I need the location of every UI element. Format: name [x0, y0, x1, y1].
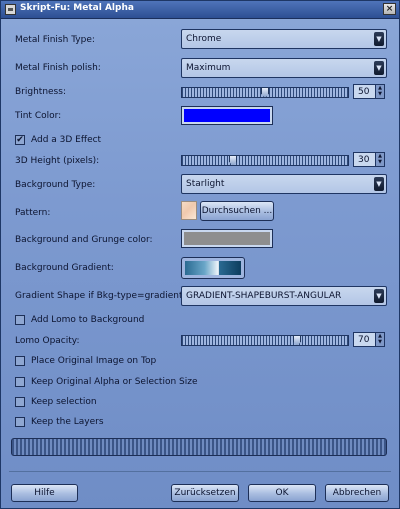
background-gradient-label: Background Gradient: [15, 263, 114, 273]
place-on-top-label[interactable]: Place Original Image on Top [31, 356, 156, 366]
chevron-down-icon: ▼ [374, 32, 384, 46]
metal-finish-polish-value: Maximum [186, 63, 231, 73]
3d-height-spinbox[interactable]: 30 ▲ ▼ [353, 152, 385, 167]
gradient-shape-label: Gradient Shape if Bkg-type=gradient: [15, 291, 186, 301]
metal-finish-polish-label: Metal Finish polish: [15, 63, 101, 73]
chevron-down-icon: ▼ [374, 177, 384, 191]
help-button[interactable]: Hilfe [11, 484, 78, 502]
keep-alpha-label[interactable]: Keep Original Alpha or Selection Size [31, 377, 198, 387]
keep-selection-label[interactable]: Keep selection [31, 397, 97, 407]
separator [9, 471, 391, 472]
grunge-color-button[interactable] [181, 229, 273, 248]
grunge-color-swatch [184, 232, 270, 245]
tint-color-button[interactable] [181, 106, 273, 125]
keep-layers-label[interactable]: Keep the Layers [31, 417, 104, 427]
background-type-label: Background Type: [15, 180, 96, 190]
spin-arrows-icon[interactable]: ▲ ▼ [375, 85, 384, 98]
lomo-opacity-spinbox[interactable]: 70 ▲ ▼ [353, 332, 385, 347]
3d-height-label: 3D Height (pixels): [15, 156, 100, 166]
lomo-opacity-slider-handle[interactable] [293, 335, 301, 346]
background-gradient-button[interactable] [181, 257, 245, 279]
cancel-button[interactable]: Abbrechen [325, 484, 389, 502]
place-on-top-checkbox[interactable] [15, 356, 25, 366]
add-lomo-checkbox[interactable] [15, 315, 25, 325]
chevron-down-icon: ▼ [374, 289, 384, 303]
gradient-shape-select[interactable]: GRADIENT-SHAPEBURST-ANGULAR ▼ [181, 286, 387, 306]
metal-finish-type-select[interactable]: Chrome ▼ [181, 29, 387, 49]
background-type-value: Starlight [186, 179, 225, 189]
dialog-window: Skript-Fu: Metal Alpha × Metal Finish Ty… [0, 0, 400, 509]
lomo-opacity-value: 70 [358, 335, 370, 345]
window-title: Skript-Fu: Metal Alpha [20, 3, 134, 13]
window-menu-icon[interactable] [5, 4, 16, 15]
gradient-preview [185, 261, 241, 275]
lomo-opacity-label: Lomo Opacity: [15, 336, 80, 346]
spin-arrows-icon[interactable]: ▲ ▼ [375, 153, 384, 166]
add-3d-effect-checkbox[interactable]: ✔ [15, 135, 25, 145]
keep-alpha-checkbox[interactable] [15, 377, 25, 387]
add-3d-effect-label[interactable]: Add a 3D Effect [31, 135, 101, 145]
title-bar[interactable]: Skript-Fu: Metal Alpha × [1, 1, 399, 19]
background-type-select[interactable]: Starlight ▼ [181, 174, 387, 194]
3d-height-value: 30 [358, 155, 370, 165]
brightness-spinbox[interactable]: 50 ▲ ▼ [353, 84, 385, 99]
metal-finish-type-label: Metal Finish Type: [15, 35, 95, 45]
metal-finish-polish-select[interactable]: Maximum ▼ [181, 58, 387, 78]
3d-height-slider[interactable] [181, 155, 349, 166]
lomo-opacity-slider[interactable] [181, 335, 349, 346]
pattern-preview[interactable] [181, 201, 197, 220]
reset-button[interactable]: Zurücksetzen [171, 484, 239, 502]
keep-selection-checkbox[interactable] [15, 397, 25, 407]
add-lomo-label[interactable]: Add Lomo to Background [31, 315, 144, 325]
grunge-color-label: Background and Grunge color: [15, 235, 153, 245]
gradient-shape-value: GRADIENT-SHAPEBURST-ANGULAR [186, 291, 342, 301]
brightness-value: 50 [358, 87, 370, 97]
3d-height-slider-handle[interactable] [229, 155, 237, 166]
spin-arrows-icon[interactable]: ▲ ▼ [375, 333, 384, 346]
tint-color-label: Tint Color: [15, 111, 62, 121]
close-button[interactable]: × [383, 3, 396, 15]
ok-button[interactable]: OK [248, 484, 316, 502]
chevron-down-icon: ▼ [374, 61, 384, 75]
pattern-browse-button[interactable]: Durchsuchen ... [200, 201, 274, 221]
brightness-label: Brightness: [15, 87, 66, 97]
brightness-slider[interactable] [181, 87, 349, 98]
keep-layers-checkbox[interactable] [15, 417, 25, 427]
metal-finish-type-value: Chrome [186, 34, 222, 44]
pattern-label: Pattern: [15, 208, 51, 218]
tint-color-swatch [184, 109, 270, 122]
progress-bar [11, 438, 387, 456]
brightness-slider-handle[interactable] [261, 87, 269, 98]
